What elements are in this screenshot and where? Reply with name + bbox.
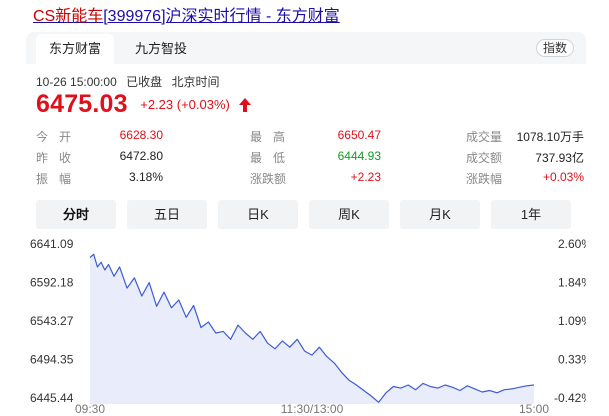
prev-close-label: 昨收: [36, 151, 83, 165]
x-tick-2: 15:00: [519, 402, 549, 416]
quote-time: 10-26 15:00:00: [36, 75, 117, 89]
amplitude-value: 3.18%: [128, 170, 163, 184]
y-right-tick-3: 0.33%: [558, 353, 586, 367]
current-price: 6475.03: [36, 90, 128, 118]
y-right-tick-0: 2.60%: [558, 237, 586, 251]
y-left-tick-0: 6641.09: [30, 237, 74, 251]
amplitude-label: 振幅: [36, 172, 83, 186]
x-tick-0: 09:30: [75, 402, 105, 416]
intraday-chart-svg: 6641.09 6592.18 6543.27 6494.35 6445.44 2.60%…: [30, 237, 586, 416]
timezone-label: 北京时间: [171, 75, 220, 89]
price-area-fill: [90, 254, 534, 404]
change-amount-label: 涨跌额: [250, 172, 287, 186]
tab-jiufang[interactable]: 九方智投: [122, 34, 200, 64]
y-right-tick-4: -0.42%: [554, 391, 586, 405]
change-amount-value: +2.23: [350, 170, 381, 184]
period-selector: 分时 五日 日K 周K 月K 1年: [36, 200, 572, 229]
title-rest[interactable]: [399976]沪深实时行情 - 东方财富: [103, 8, 340, 25]
y-left-tick-3: 6494.35: [30, 353, 74, 367]
change-percent-label: 涨跌幅: [466, 172, 503, 186]
y-left-tick-4: 6445.44: [30, 391, 74, 405]
prev-close-value: 6472.80: [119, 149, 163, 163]
stats-row-2: 昨收 6472.80 最低 6444.93 成交额 737.93亿: [36, 147, 584, 168]
intraday-chart[interactable]: 6641.09 6592.18 6543.27 6494.35 6445.44 2.60%…: [26, 232, 586, 416]
period-five-day[interactable]: 五日: [127, 200, 207, 229]
y-left-tick-1: 6592.18: [30, 276, 74, 290]
price-change: +2.23 (+0.03%): [140, 97, 230, 112]
period-monthly-k[interactable]: 月K: [400, 200, 480, 229]
change-percent-value: +0.03%: [542, 170, 584, 184]
period-daily-k[interactable]: 日K: [218, 200, 298, 229]
high-label: 最高: [250, 130, 297, 144]
y-right-tick-2: 1.09%: [558, 314, 586, 328]
period-intraday[interactable]: 分时: [36, 200, 116, 229]
market-status: 已收盘: [126, 75, 163, 89]
quote-timestamp: 10-26 15:00:00 已收盘 北京时间: [36, 73, 225, 90]
up-arrow-icon: [239, 97, 252, 112]
turnover-label: 成交额: [466, 151, 503, 165]
stats-row-3: 振幅 3.18% 涨跌额 +2.23 涨跌幅 +0.03%: [36, 168, 584, 189]
price-row: 6475.03 +2.23 (+0.03%): [36, 90, 252, 120]
stats-row-1: 今开 6628.30 最高 6650.47 成交量 1078.10万手: [36, 126, 584, 147]
quote-card: 东方财富 九方智投 指数 10-26 15:00:00 已收盘 北京时间 647…: [26, 32, 586, 416]
period-weekly-k[interactable]: 周K: [309, 200, 389, 229]
stats-grid: 今开 6628.30 最高 6650.47 成交量 1078.10万手 昨收 6…: [36, 126, 584, 189]
volume-label: 成交量: [466, 130, 503, 144]
period-one-year[interactable]: 1年: [491, 200, 571, 229]
open-value: 6628.30: [119, 128, 163, 142]
volume-value: 1078.10万手: [516, 130, 584, 144]
source-tabbar: 东方财富 九方智投 指数: [26, 32, 586, 64]
x-tick-1: 11:30/13:00: [281, 402, 344, 416]
low-label: 最低: [250, 151, 297, 165]
high-value: 6650.47: [337, 128, 381, 142]
turnover-value: 737.93亿: [535, 151, 584, 165]
y-left-tick-2: 6543.27: [30, 314, 74, 328]
title-brand[interactable]: CS新能车: [33, 8, 103, 25]
low-value: 6444.93: [337, 149, 381, 163]
y-right-tick-1: 1.84%: [558, 276, 586, 290]
index-button[interactable]: 指数: [535, 39, 574, 57]
open-label: 今开: [36, 130, 83, 144]
page-title-link[interactable]: CS新能车[399976]沪深实时行情 - 东方财富: [33, 2, 340, 26]
tab-eastmoney[interactable]: 东方财富: [36, 34, 115, 64]
